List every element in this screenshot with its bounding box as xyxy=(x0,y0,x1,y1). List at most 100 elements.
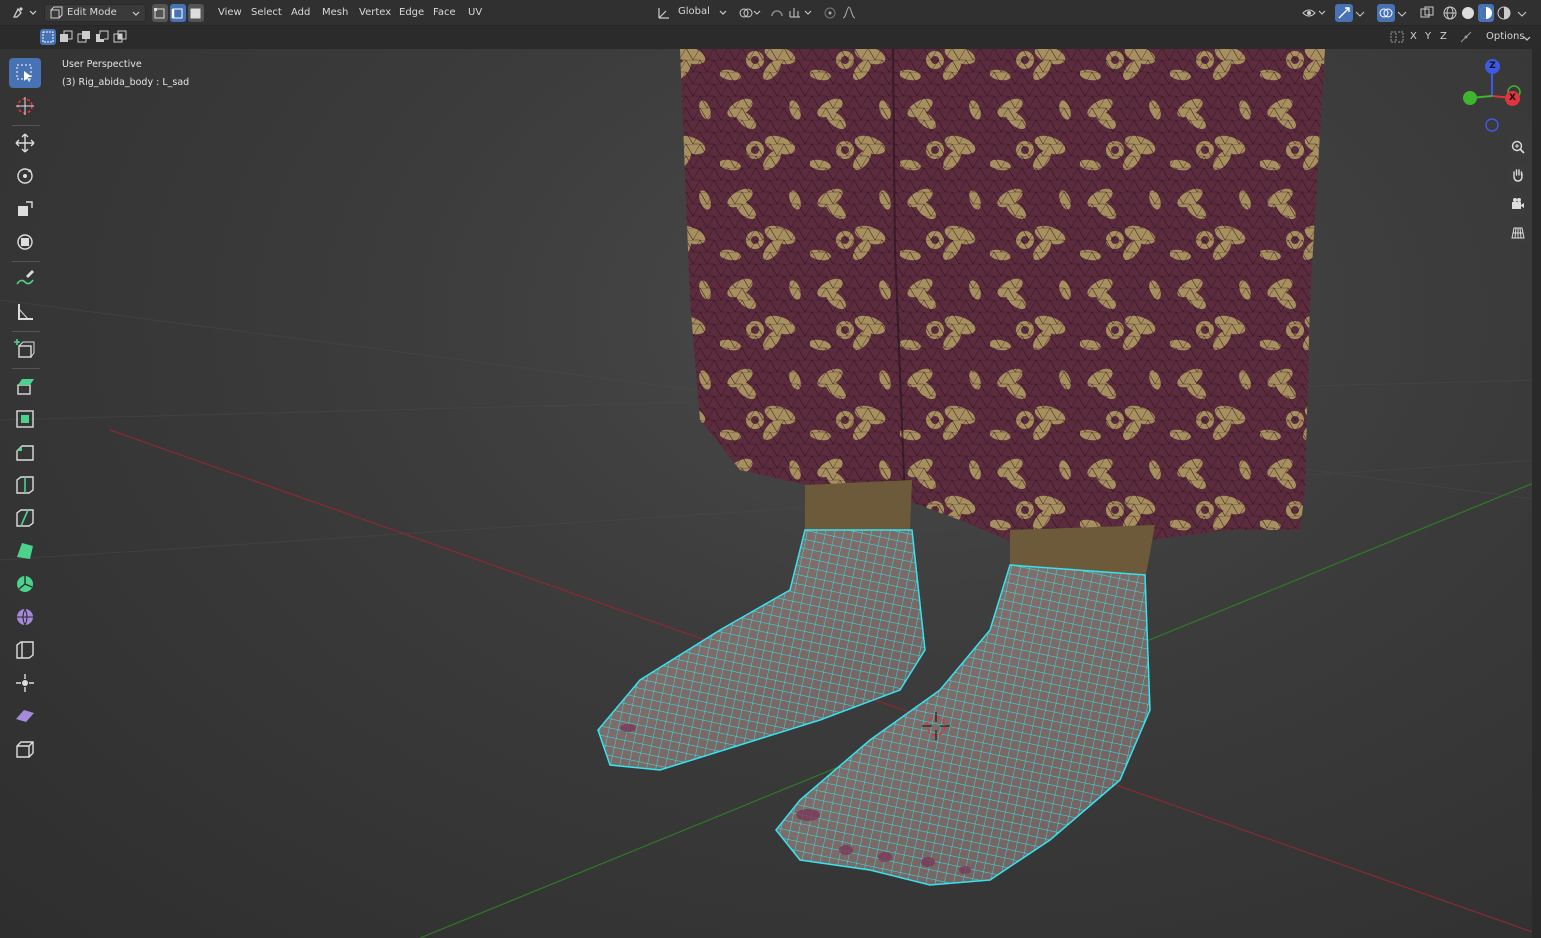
select-mode-extend-button[interactable] xyxy=(58,29,74,45)
mode-dropdown[interactable]: Edit Mode xyxy=(44,4,146,22)
select-new-icon xyxy=(42,31,54,43)
gizmo-x-axis[interactable]: X xyxy=(1505,91,1520,106)
snap-icon xyxy=(771,10,783,17)
zoom-view-button[interactable] xyxy=(1506,135,1530,159)
menu-face[interactable]: Face xyxy=(433,0,456,26)
hand-icon xyxy=(1513,169,1523,182)
overlays-dropdown[interactable] xyxy=(1396,4,1408,22)
pivot-point-button[interactable] xyxy=(736,4,762,22)
orientation-icon xyxy=(658,8,669,19)
options-dropdown[interactable]: Options xyxy=(1486,28,1525,46)
camera-view-button[interactable] xyxy=(1506,192,1530,216)
tool-shrink-fatten[interactable] xyxy=(9,668,41,698)
tool-shear[interactable] xyxy=(9,701,41,731)
mirror-z-toggle[interactable]: Z xyxy=(1440,28,1447,46)
shading-solid-button[interactable] xyxy=(1460,4,1476,22)
tool-spin[interactable] xyxy=(9,569,41,599)
select-mode-invert-button[interactable] xyxy=(94,29,110,45)
tool-annotate[interactable] xyxy=(9,264,41,294)
spin-icon xyxy=(17,576,33,592)
tool-add-cube[interactable] xyxy=(9,334,41,364)
poly-build-icon xyxy=(17,543,33,559)
auto-merge-button[interactable] xyxy=(1458,29,1474,45)
snap-target-button[interactable] xyxy=(787,4,815,22)
menu-select[interactable]: Select xyxy=(251,0,282,26)
tool-poly-build[interactable] xyxy=(9,536,41,566)
tool-smooth[interactable] xyxy=(9,602,41,632)
gizmo-dropdown[interactable] xyxy=(1354,4,1366,22)
menu-vertex[interactable]: Vertex xyxy=(359,0,391,26)
tool-select-box[interactable] xyxy=(9,58,41,88)
toggle-projection-button[interactable] xyxy=(1506,221,1530,245)
chevron-down-icon xyxy=(719,10,727,15)
scale-icon xyxy=(18,201,33,216)
rendered-sphere-icon xyxy=(1497,6,1511,20)
menu-view[interactable]: View xyxy=(218,0,242,26)
chevron-down-icon xyxy=(1397,11,1407,17)
visibility-selectability-button[interactable] xyxy=(1300,4,1328,22)
shading-material-button[interactable] xyxy=(1478,4,1494,22)
falloff-curve-icon xyxy=(842,6,856,19)
shading-wireframe-button[interactable] xyxy=(1442,4,1458,22)
material-sphere-icon xyxy=(1480,7,1492,19)
chevron-down-icon xyxy=(1523,36,1531,41)
measure-icon xyxy=(18,304,33,320)
select-mode-set-button[interactable] xyxy=(40,29,56,45)
tool-inset[interactable] xyxy=(9,404,41,434)
loop-cut-icon xyxy=(16,476,34,494)
tool-extrude[interactable] xyxy=(9,371,41,401)
mirror-x-toggle[interactable]: X xyxy=(1410,28,1417,46)
tool-transform[interactable] xyxy=(9,227,41,257)
tool-scale[interactable] xyxy=(9,194,41,224)
overlays-toggle-button[interactable] xyxy=(1377,4,1395,22)
mirror-y-toggle[interactable]: Y xyxy=(1425,28,1431,46)
gizmo-toggle-button[interactable] xyxy=(1335,4,1353,22)
overlays-icon xyxy=(1379,8,1393,18)
shading-dropdown[interactable] xyxy=(1515,4,1529,22)
move-icon xyxy=(15,133,35,153)
3d-viewport[interactable]: User Perspective (3) Rig_abida_body : L_… xyxy=(0,49,1541,938)
camera-icon xyxy=(1512,198,1524,209)
pan-view-button[interactable] xyxy=(1506,163,1530,187)
shrink-fatten-icon xyxy=(16,674,34,692)
snap-toggle-button[interactable] xyxy=(768,4,786,22)
gizmo-x-label: X xyxy=(1509,93,1516,103)
xray-toggle-button[interactable] xyxy=(1418,4,1436,22)
select-mode-vertex-button[interactable] xyxy=(152,4,168,22)
mirror-options-button[interactable] xyxy=(1388,29,1406,45)
gizmo-icon xyxy=(1338,7,1350,19)
tool-rip[interactable] xyxy=(9,734,41,764)
chevron-down-icon xyxy=(1517,11,1527,17)
knife-icon xyxy=(16,509,34,527)
tool-move[interactable] xyxy=(9,128,41,158)
tool-measure[interactable] xyxy=(9,297,41,327)
edge-slide-icon xyxy=(16,641,34,659)
menu-edge[interactable]: Edge xyxy=(399,0,424,26)
viewport-scene xyxy=(0,49,1541,938)
menu-mesh[interactable]: Mesh xyxy=(322,0,348,26)
smooth-icon xyxy=(17,608,33,626)
proportional-edit-icon xyxy=(824,7,836,19)
gizmo-z-axis[interactable]: Z xyxy=(1485,59,1500,74)
tool-bevel[interactable] xyxy=(9,437,41,467)
transform-orientation-dropdown[interactable]: Global xyxy=(654,4,730,22)
select-mode-edge-button[interactable] xyxy=(170,4,186,22)
solid-sphere-icon xyxy=(1462,7,1474,19)
tool-settings-bar: X Y Z Options xyxy=(0,26,1541,49)
tool-rotate[interactable] xyxy=(9,161,41,191)
shading-rendered-button[interactable] xyxy=(1496,4,1512,22)
auto-merge-icon xyxy=(1460,31,1472,43)
select-mode-subtract-button[interactable] xyxy=(76,29,92,45)
tool-knife[interactable] xyxy=(9,503,41,533)
proportional-falloff-button[interactable] xyxy=(840,4,858,22)
tool-cursor[interactable] xyxy=(9,91,41,121)
proportional-edit-button[interactable] xyxy=(822,4,838,22)
menu-add[interactable]: Add xyxy=(291,0,310,26)
select-mode-intersect-button[interactable] xyxy=(112,29,128,45)
menu-uv[interactable]: UV xyxy=(468,0,482,26)
editor-type-button[interactable] xyxy=(8,4,38,22)
tool-edge-slide[interactable] xyxy=(9,635,41,665)
select-mode-face-button[interactable] xyxy=(188,4,204,22)
left-foot-mesh xyxy=(597,529,926,771)
tool-loop-cut[interactable] xyxy=(9,470,41,500)
